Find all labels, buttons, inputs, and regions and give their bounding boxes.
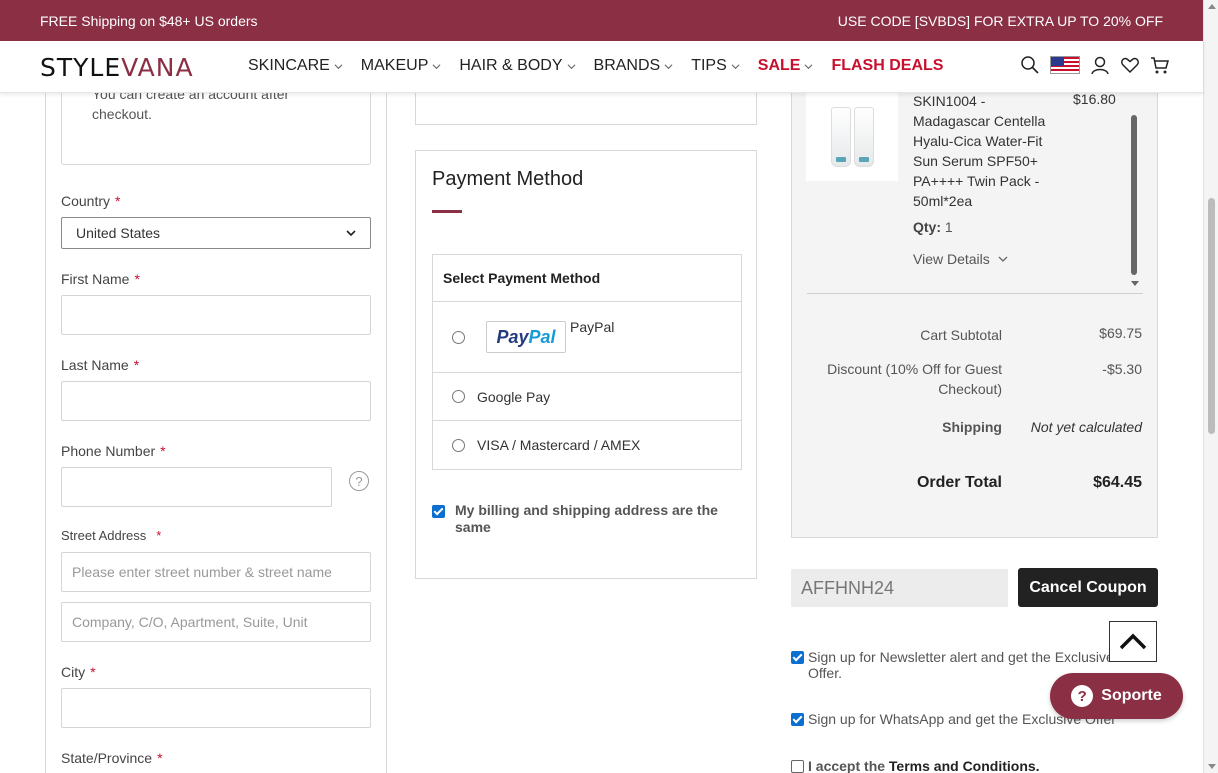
- us-flag-icon[interactable]: [1050, 56, 1080, 74]
- payment-option-google-pay[interactable]: Google Pay: [433, 373, 741, 421]
- billing-same-option[interactable]: My billing and shipping address are the …: [432, 502, 732, 536]
- product-qty: Qty: 1: [913, 219, 953, 235]
- cancel-coupon-button[interactable]: Cancel Coupon: [1018, 568, 1158, 607]
- product-image[interactable]: [806, 93, 898, 181]
- title-underline: [432, 210, 462, 213]
- chevron-down-icon: [567, 63, 575, 69]
- terms-option[interactable]: I accept the Terms and Conditions.: [791, 758, 1136, 773]
- payment-table-header: Select Payment Method: [433, 255, 741, 302]
- scroll-thumb[interactable]: [1208, 198, 1215, 434]
- chevron-down-icon: [664, 63, 673, 69]
- promo-bar: FREE Shipping on $48+ US orders USE CODE…: [0, 0, 1203, 41]
- street-address-field[interactable]: Please enter street number & street name: [61, 552, 371, 592]
- user-icon[interactable]: [1090, 55, 1110, 75]
- street-label: Street Address *: [61, 528, 162, 543]
- last-name-field[interactable]: [61, 381, 371, 421]
- view-details-toggle[interactable]: View Details: [913, 251, 1010, 267]
- chevron-down-icon: [731, 63, 740, 69]
- city-field[interactable]: [61, 688, 371, 728]
- search-icon[interactable]: [1020, 55, 1040, 75]
- scroll-down-arrow[interactable]: [1208, 764, 1216, 769]
- product-name: SKIN1004 - Madagascar Centella Hyalu-Cic…: [913, 93, 1046, 209]
- summary-divider: [807, 293, 1143, 294]
- whatsapp-checkbox[interactable]: [791, 713, 804, 726]
- nav-brands[interactable]: BRANDS: [594, 57, 674, 75]
- page-scrollbar[interactable]: [1203, 0, 1218, 773]
- payment-method-title: Payment Method: [432, 168, 584, 190]
- subtotal-label: Cart Subtotal: [920, 327, 1002, 343]
- subtotal-value: $69.75: [1099, 325, 1142, 341]
- chevron-up-icon: [1119, 633, 1147, 649]
- nav-flash-deals[interactable]: FLASH DEALS: [831, 57, 943, 75]
- shipping-address-form: You can create an account after checkout…: [45, 83, 387, 773]
- promo-free-shipping: FREE Shipping on $48+ US orders: [40, 12, 258, 29]
- google-pay-label: Google Pay: [477, 388, 551, 405]
- nav-hair-body[interactable]: HAIR & BODY: [459, 57, 575, 75]
- chevron-down-icon: [998, 256, 1008, 262]
- billing-same-label: My billing and shipping address are the …: [455, 502, 718, 535]
- first-name-label: First Name *: [61, 271, 140, 287]
- discount-label: Discount (10% Off for Guest Checkout): [827, 361, 1002, 397]
- order-total-label: Order Total: [916, 474, 1002, 491]
- shipping-label: Shipping: [942, 419, 1002, 435]
- state-label: State/Province *: [61, 750, 163, 766]
- phone-field[interactable]: [61, 467, 332, 507]
- nav-skincare[interactable]: SKINCARE: [248, 57, 343, 75]
- country-select[interactable]: United States: [61, 217, 371, 249]
- payment-option-card[interactable]: VISA / Mastercard / AMEX: [433, 421, 741, 469]
- card-radio[interactable]: [452, 438, 465, 452]
- city-label: City *: [61, 664, 96, 680]
- newsletter-checkbox[interactable]: [791, 651, 804, 664]
- shipping-method-box: [415, 93, 757, 125]
- account-note-box: You can create an account after checkout…: [61, 83, 371, 165]
- help-circle-icon: ?: [1071, 685, 1094, 707]
- support-label: Soporte: [1101, 687, 1162, 704]
- shipping-value: Not yet calculated: [1030, 419, 1142, 435]
- nav-sale[interactable]: SALE: [758, 57, 814, 75]
- cart-icon[interactable]: [1150, 55, 1170, 75]
- scroll-up-arrow[interactable]: [1208, 4, 1216, 9]
- items-scrollbar[interactable]: [1131, 115, 1137, 275]
- card-label: VISA / Mastercard / AMEX: [477, 437, 641, 453]
- google-pay-radio[interactable]: [452, 390, 465, 403]
- coupon-code-input[interactable]: AFFHNH24: [791, 569, 1008, 607]
- paypal-label: PayPal: [570, 319, 615, 335]
- discount-value: -$5.30: [1102, 361, 1142, 377]
- heart-icon[interactable]: [1120, 55, 1140, 75]
- first-name-field[interactable]: [61, 295, 371, 335]
- phone-label: Phone Number *: [61, 443, 166, 459]
- country-label: Country *: [61, 193, 121, 209]
- payment-options-table: Select Payment Method Pay Pal PayPal Goog…: [432, 254, 742, 470]
- terms-label: I accept the Terms and Conditions.: [808, 758, 1040, 773]
- paypal-logo: Pay Pal: [486, 321, 566, 353]
- product-tube: [830, 107, 851, 167]
- chevron-down-icon: [804, 63, 813, 69]
- chevron-down-icon: [334, 63, 343, 69]
- terms-link[interactable]: Terms and Conditions.: [889, 758, 1040, 773]
- header-icons: [1020, 55, 1170, 75]
- payment-option-paypal[interactable]: Pay Pal PayPal: [433, 302, 741, 373]
- product-tube: [853, 107, 874, 167]
- payment-method-box: Payment Method Select Payment Method Pay…: [415, 150, 757, 579]
- order-summary: SKIN1004 - Madagascar Centella Hyalu-Cic…: [791, 91, 1158, 538]
- billing-same-checkbox[interactable]: [432, 505, 445, 518]
- support-chat-button[interactable]: ? Soporte: [1050, 673, 1183, 719]
- site-header: STYLEVANA SKINCARE MAKEUP HAIR & BODY BR…: [0, 41, 1203, 93]
- paypal-radio[interactable]: [452, 331, 465, 344]
- main-nav: SKINCARE MAKEUP HAIR & BODY BRANDS TIPS …: [248, 57, 961, 75]
- items-scroll-down[interactable]: [1131, 281, 1139, 286]
- product-price: $16.80: [1073, 91, 1116, 107]
- back-to-top-button[interactable]: [1109, 621, 1157, 662]
- nav-makeup[interactable]: MAKEUP: [361, 57, 442, 75]
- help-icon[interactable]: ?: [349, 471, 369, 491]
- order-total-value: $64.45: [1093, 474, 1142, 491]
- nav-tips[interactable]: TIPS: [691, 57, 740, 75]
- chevron-down-icon: [346, 230, 356, 237]
- chevron-down-icon: [432, 63, 441, 69]
- last-name-label: Last Name *: [61, 357, 140, 373]
- terms-checkbox[interactable]: [791, 760, 804, 773]
- promo-coupon-code: USE CODE [SVBDS] FOR EXTRA UP TO 20% OFF: [837, 12, 1163, 29]
- stylevana-logo[interactable]: STYLEVANA: [40, 53, 194, 82]
- company-field[interactable]: Company, C/O, Apartment, Suite, Unit: [61, 602, 371, 642]
